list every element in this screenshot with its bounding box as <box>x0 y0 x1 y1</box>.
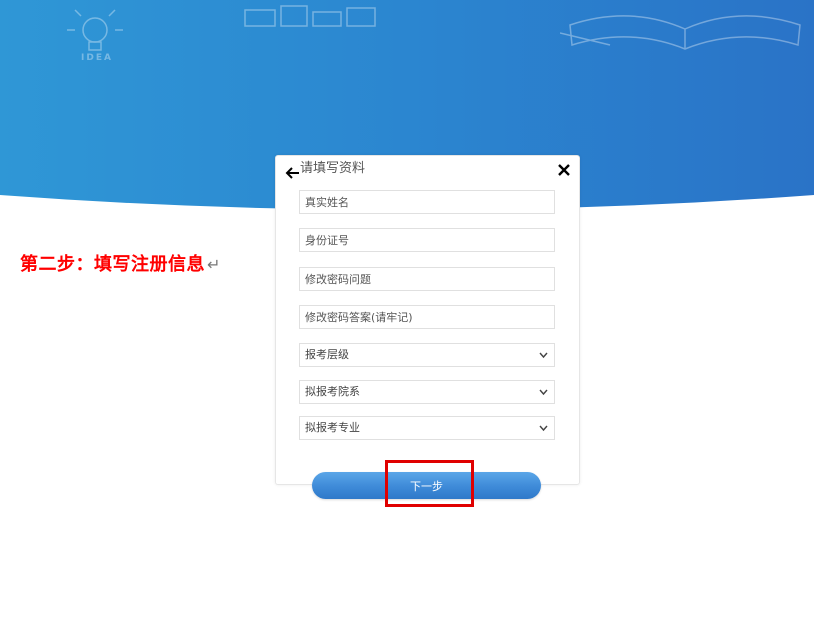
step-text: 第二步：填写注册信息 <box>20 254 205 275</box>
chevron-down-icon <box>539 425 548 432</box>
major-select-value: 拟报考专业 <box>305 421 360 434</box>
security-answer-input[interactable] <box>299 305 555 329</box>
open-book-icon <box>559 5 805 59</box>
next-step-button[interactable]: 下一步 <box>312 472 541 499</box>
level-select-value: 报考层级 <box>305 348 349 361</box>
id-number-input[interactable] <box>299 228 555 252</box>
close-icon[interactable] <box>557 163 571 177</box>
arrow-left-icon[interactable] <box>285 165 301 181</box>
security-question-input[interactable] <box>299 267 555 291</box>
major-select[interactable]: 拟报考专业 <box>299 416 555 440</box>
form-title: 请填写资料 <box>300 161 366 176</box>
real-name-input[interactable] <box>299 190 555 214</box>
blocks-icon <box>243 4 378 36</box>
department-select[interactable]: 拟报考院系 <box>299 380 555 404</box>
badge-text: IDEA <box>81 53 113 63</box>
return-mark: ↵ <box>207 255 221 274</box>
register-form-card: 请填写资料 报考层级 拟报考院系 拟报考专业 <box>275 155 580 485</box>
department-select-value: 拟报考院系 <box>305 385 360 398</box>
chevron-down-icon <box>539 389 548 396</box>
chevron-down-icon <box>539 352 548 359</box>
level-select[interactable]: 报考层级 <box>299 343 555 367</box>
lightbulb-icon: IDEA <box>45 8 145 72</box>
step-annotation: 第二步：填写注册信息 ↵ <box>20 250 221 276</box>
